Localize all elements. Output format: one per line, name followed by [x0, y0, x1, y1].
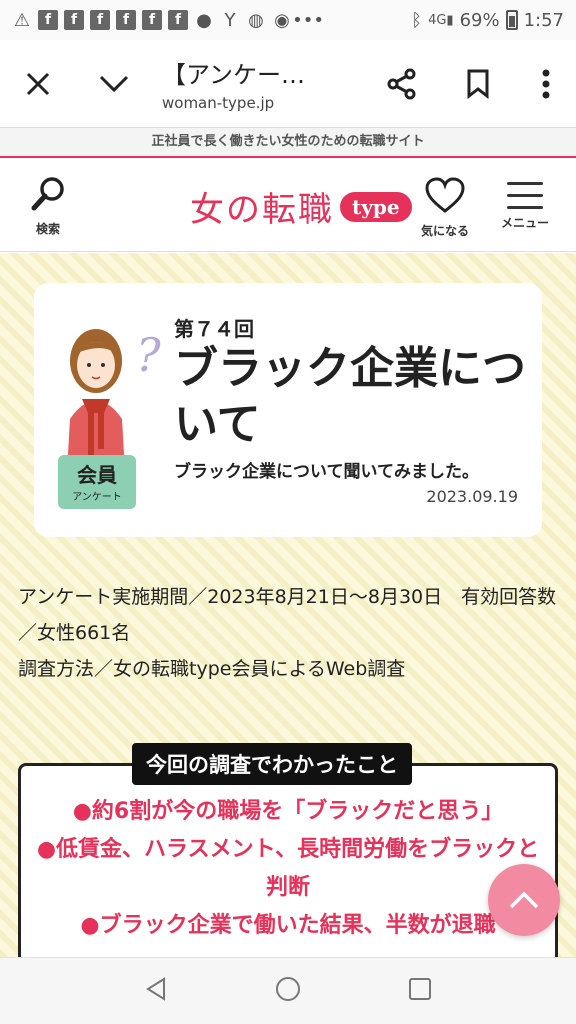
site-header: 検索 女の転職 type 気になる メニュー [0, 158, 576, 252]
more-options-button[interactable] [516, 40, 576, 128]
system-nav-bar [0, 957, 576, 1024]
bookmark-icon [467, 69, 489, 99]
menu-label: メニュー [500, 216, 549, 230]
search-label: 検索 [35, 222, 60, 236]
close-icon [26, 72, 50, 95]
survey-period: アンケート実施期間／2023年8月21日～8月30日 有効回答数／女性661名 [18, 586, 557, 644]
app-icon: ◉ [274, 9, 290, 31]
article-date: 2023.09.19 [426, 487, 518, 506]
favorites-label: 気になる [420, 224, 469, 238]
back-button[interactable] [144, 976, 168, 1006]
chevron-down-icon [99, 75, 129, 92]
bluetooth-icon: ᛒ [411, 9, 423, 31]
status-bar: ⚠ f f f f f f ● Y ◍ ◉ ••• ᛒ 4G▮ 69% 1:57 [0, 0, 576, 40]
clock: 1:57 [523, 9, 564, 31]
browser-toolbar: 【アンケー… woman-type.jp [0, 40, 576, 128]
collapse-button[interactable] [76, 40, 152, 128]
page-title-area[interactable]: 【アンケー… woman-type.jp [152, 55, 364, 112]
close-tab-button[interactable] [0, 40, 76, 128]
article-title: ブラック企業について [174, 343, 526, 450]
page-title: 【アンケー… [162, 61, 306, 89]
article-subtitle: ブラック企業について聞いてみました。 [174, 462, 479, 482]
chat-icon: ● [196, 9, 212, 31]
warning-icon: ⚠ [13, 9, 31, 31]
menu-button[interactable]: メニュー [492, 176, 558, 231]
hamburger-icon [507, 182, 543, 209]
site-logo[interactable]: 女の転職 type [190, 182, 412, 231]
more-notifications-icon: ••• [292, 9, 324, 31]
globe-icon: ◍ [248, 9, 264, 31]
site-tagline: 正社員で長く働きたい女性のための転職サイト [0, 128, 576, 158]
share-button[interactable] [364, 40, 440, 128]
svg-text:?: ? [136, 328, 161, 382]
heart-icon [425, 177, 465, 213]
recents-icon [409, 978, 432, 1000]
facebook-icon: f [38, 10, 58, 30]
main-content: ? 会員 アンケート 第７４回 ブラック企業について ブラック企業について聞いて… [0, 253, 576, 1003]
battery-icon [505, 10, 518, 30]
facebook-icon: f [168, 10, 188, 30]
logo-text: 女の転職 [190, 190, 334, 230]
issue-number: 第７４回 [174, 317, 254, 341]
back-icon [145, 977, 165, 1001]
home-icon [275, 977, 300, 1001]
chevron-up-icon [509, 891, 539, 909]
survey-info: アンケート実施期間／2023年8月21日～8月30日 有効回答数／女性661名 … [18, 579, 558, 687]
finding-item: ●ブラック企業で働いた結果、半数が退職 [80, 913, 496, 938]
share-icon [387, 68, 416, 99]
favorites-button[interactable]: 気になる [408, 176, 482, 239]
facebook-icon: f [142, 10, 162, 30]
battery-percent: 69% [459, 9, 500, 31]
findings-list: ●約6割が今の職場を「ブラックだと思う」 ●低賃金、ハラスメント、長時間労働をブ… [18, 793, 558, 945]
badge-sub-text: アンケート [72, 492, 122, 503]
finding-item: ●約6割が今の職場を「ブラックだと思う」 [72, 799, 504, 824]
yahoo-icon: Y [224, 9, 236, 31]
logo-badge: type [340, 191, 412, 222]
notification-icons: ⚠ f f f f f f ● Y ◍ ◉ ••• [12, 9, 324, 31]
facebook-icon: f [64, 10, 84, 30]
system-status: ᛒ 4G▮ 69% 1:57 [411, 10, 564, 31]
findings-heading: 今回の調査でわかったこと [132, 743, 412, 785]
survey-method: 調査方法／女の転職type会員によるWeb調査 [18, 658, 406, 680]
scroll-top-button[interactable] [488, 864, 560, 936]
member-survey-badge: 会員 アンケート [58, 455, 136, 509]
page-url: woman-type.jp [162, 94, 275, 112]
search-icon [31, 177, 64, 211]
badge-main-text: 会員 [77, 463, 117, 487]
article-header-card: ? 会員 アンケート 第７４回 ブラック企業について ブラック企業について聞いて… [34, 283, 542, 537]
signal-icon: 4G▮ [428, 12, 454, 28]
home-button[interactable] [275, 976, 301, 1006]
search-button[interactable]: 検索 [18, 176, 78, 237]
more-vert-icon [542, 69, 550, 98]
bookmark-button[interactable] [440, 40, 516, 128]
recents-button[interactable] [408, 977, 432, 1005]
facebook-icon: f [116, 10, 136, 30]
finding-item: ●低賃金、ハラスメント、長時間労働をブラックと判断 [36, 837, 540, 900]
facebook-icon: f [90, 10, 110, 30]
